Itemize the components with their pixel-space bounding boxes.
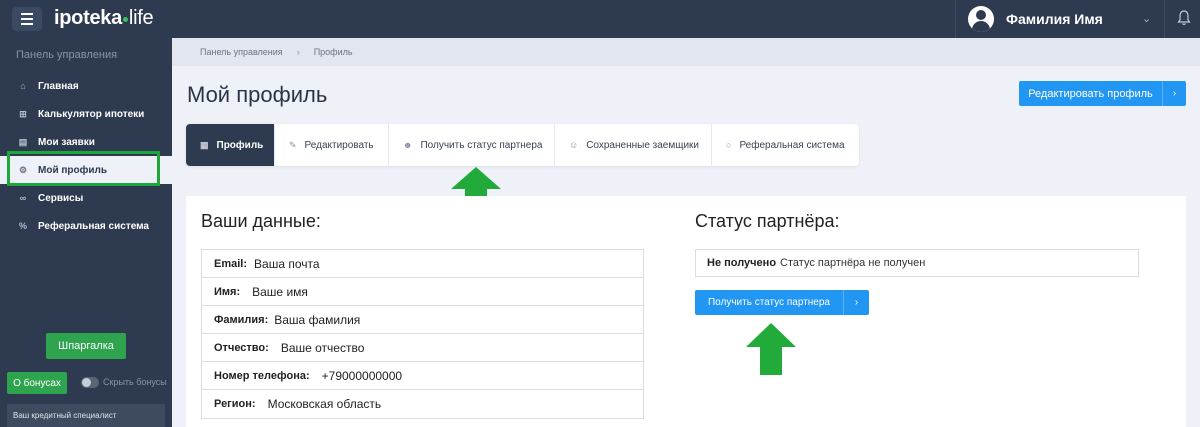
table-row: Номер телефона: +79000000000 bbox=[202, 362, 643, 390]
grid-icon: ▦ bbox=[200, 139, 209, 150]
logo-main: ipoteka bbox=[54, 7, 122, 29]
sidebar-item-label: Главная bbox=[38, 80, 79, 92]
credit-specialist-panel[interactable]: Ваш кредитный специалист bbox=[7, 404, 165, 427]
menu-icon[interactable] bbox=[12, 7, 42, 31]
sidebar-item-services[interactable]: ∞ Сервисы bbox=[0, 184, 172, 212]
row-label: Отчество: bbox=[214, 341, 269, 354]
table-row: Фамилия: Ваша фамилия bbox=[202, 306, 643, 334]
briefcase-icon: ▤ bbox=[18, 136, 28, 147]
chevron-right-icon: › bbox=[1162, 81, 1186, 106]
user-plus-icon: ☻ bbox=[403, 140, 413, 150]
row-label: Номер телефона: bbox=[214, 369, 310, 382]
sidebar-item-calculator[interactable]: ⊞ Калькулятор ипотеки bbox=[0, 100, 172, 128]
breadcrumb-item[interactable]: Панель управления bbox=[200, 47, 283, 57]
row-label: Email: bbox=[214, 257, 248, 270]
sidebar-item-label: Калькулятор ипотеки bbox=[38, 108, 145, 120]
avatar bbox=[968, 6, 994, 32]
row-value: Московская область bbox=[267, 397, 382, 411]
cheat-sheet-button[interactable]: Шпаргалка bbox=[46, 333, 126, 359]
row-value: Ваша почта bbox=[254, 256, 320, 271]
row-value: +79000000000 bbox=[321, 368, 403, 383]
sidebar-item-label: Реферальная система bbox=[38, 220, 149, 232]
logo-dot bbox=[122, 17, 128, 22]
sidebar: Панель управления ⌂ Главная ⊞ Калькулято… bbox=[0, 38, 172, 427]
highlight-box bbox=[7, 151, 160, 186]
hide-bonus-toggle[interactable] bbox=[81, 377, 99, 388]
about-bonus-button[interactable]: О бонусах bbox=[7, 372, 67, 394]
table-row: Отчество: Ваше отчество bbox=[202, 334, 643, 362]
arrow-up-icon bbox=[746, 323, 796, 375]
sidebar-item-home[interactable]: ⌂ Главная bbox=[0, 72, 172, 100]
profile-data-table: Email: Ваша почта Имя: Ваше имя Фамилия:… bbox=[201, 249, 644, 419]
sidebar-item-referral[interactable]: % Реферальная система bbox=[0, 212, 172, 240]
sidebar-item-label: Сервисы bbox=[38, 192, 84, 204]
tab-label: Сохраненные заемщики bbox=[586, 139, 700, 151]
chevron-right-icon: › bbox=[296, 47, 300, 57]
partner-status-title: Статус партнёра: bbox=[695, 211, 840, 231]
percent-icon: % bbox=[18, 221, 27, 231]
breadcrumb-item: Профиль bbox=[313, 47, 353, 57]
tab-label: Редактировать bbox=[304, 139, 374, 151]
tab-partner-status[interactable]: ☻ Получить статус партнера bbox=[389, 124, 555, 166]
sidebar-title: Панель управления bbox=[16, 49, 118, 61]
partner-status-box: Не получено Статус партнёра не получен bbox=[695, 249, 1139, 277]
partner-button-label: Получить статус партнера bbox=[707, 297, 830, 308]
tab-saved-borrowers[interactable]: ☺ Сохраненные заемщики bbox=[555, 124, 712, 166]
edit-icon: ✎ bbox=[289, 139, 297, 150]
edit-profile-button[interactable]: Редактировать профиль › bbox=[1019, 81, 1186, 106]
edit-profile-label: Редактировать профиль bbox=[1028, 87, 1153, 100]
row-value: Ваше имя bbox=[252, 284, 308, 299]
link-icon: ∞ bbox=[19, 193, 27, 203]
get-partner-status-button[interactable]: Получить статус партнера › bbox=[695, 290, 869, 315]
users-icon: ☺ bbox=[569, 140, 579, 150]
table-row: Email: Ваша почта bbox=[202, 250, 643, 278]
row-label: Фамилия: bbox=[214, 313, 269, 326]
award-icon: ○ bbox=[726, 140, 732, 150]
row-label: Имя: bbox=[214, 285, 241, 298]
row-value: Ваше отчество bbox=[280, 340, 365, 355]
row-label: Регион: bbox=[214, 398, 256, 410]
tab-label: Профиль bbox=[216, 139, 264, 151]
tab-referral[interactable]: ○ Реферальная система bbox=[712, 124, 859, 166]
row-value: Ваша фамилия bbox=[274, 312, 361, 327]
home-icon: ⌂ bbox=[20, 81, 26, 91]
calculator-icon: ⊞ bbox=[19, 108, 27, 119]
chevron-down-icon: ⌄ bbox=[1142, 13, 1152, 25]
user-name: Фамилия Имя bbox=[1006, 11, 1103, 27]
status-text: Статус партнёра не получен bbox=[780, 257, 926, 269]
page-title: Мой профиль bbox=[187, 82, 328, 107]
sidebar-item-label: Мои заявки bbox=[38, 136, 95, 148]
table-row: Имя: Ваше имя bbox=[202, 278, 643, 306]
top-bar: ipoteka life Фамилия Имя ⌄ bbox=[0, 0, 1200, 38]
tab-label: Получить статус партнера bbox=[420, 139, 543, 151]
breadcrumb: Панель управления › Профиль bbox=[172, 38, 1200, 66]
logo[interactable]: ipoteka life bbox=[54, 7, 154, 30]
tab-profile[interactable]: ▦ Профиль bbox=[186, 124, 275, 166]
tab-label: Реферальная система bbox=[739, 139, 845, 151]
profile-tabs: ▦ Профиль ✎ Редактировать ☻ Получить ста… bbox=[186, 124, 859, 166]
status-key: Не получено bbox=[707, 257, 777, 269]
profile-data-title: Ваши данные: bbox=[201, 211, 321, 231]
hide-bonus-label: Скрыть бонусы bbox=[103, 377, 167, 387]
bell-icon[interactable] bbox=[1177, 10, 1191, 26]
chevron-right-icon: › bbox=[843, 290, 869, 315]
user-menu[interactable]: Фамилия Имя ⌄ bbox=[955, 0, 1165, 38]
tab-edit[interactable]: ✎ Редактировать bbox=[275, 124, 389, 166]
logo-suffix: life bbox=[128, 7, 154, 29]
table-row: Регион: Московская область bbox=[202, 390, 643, 418]
